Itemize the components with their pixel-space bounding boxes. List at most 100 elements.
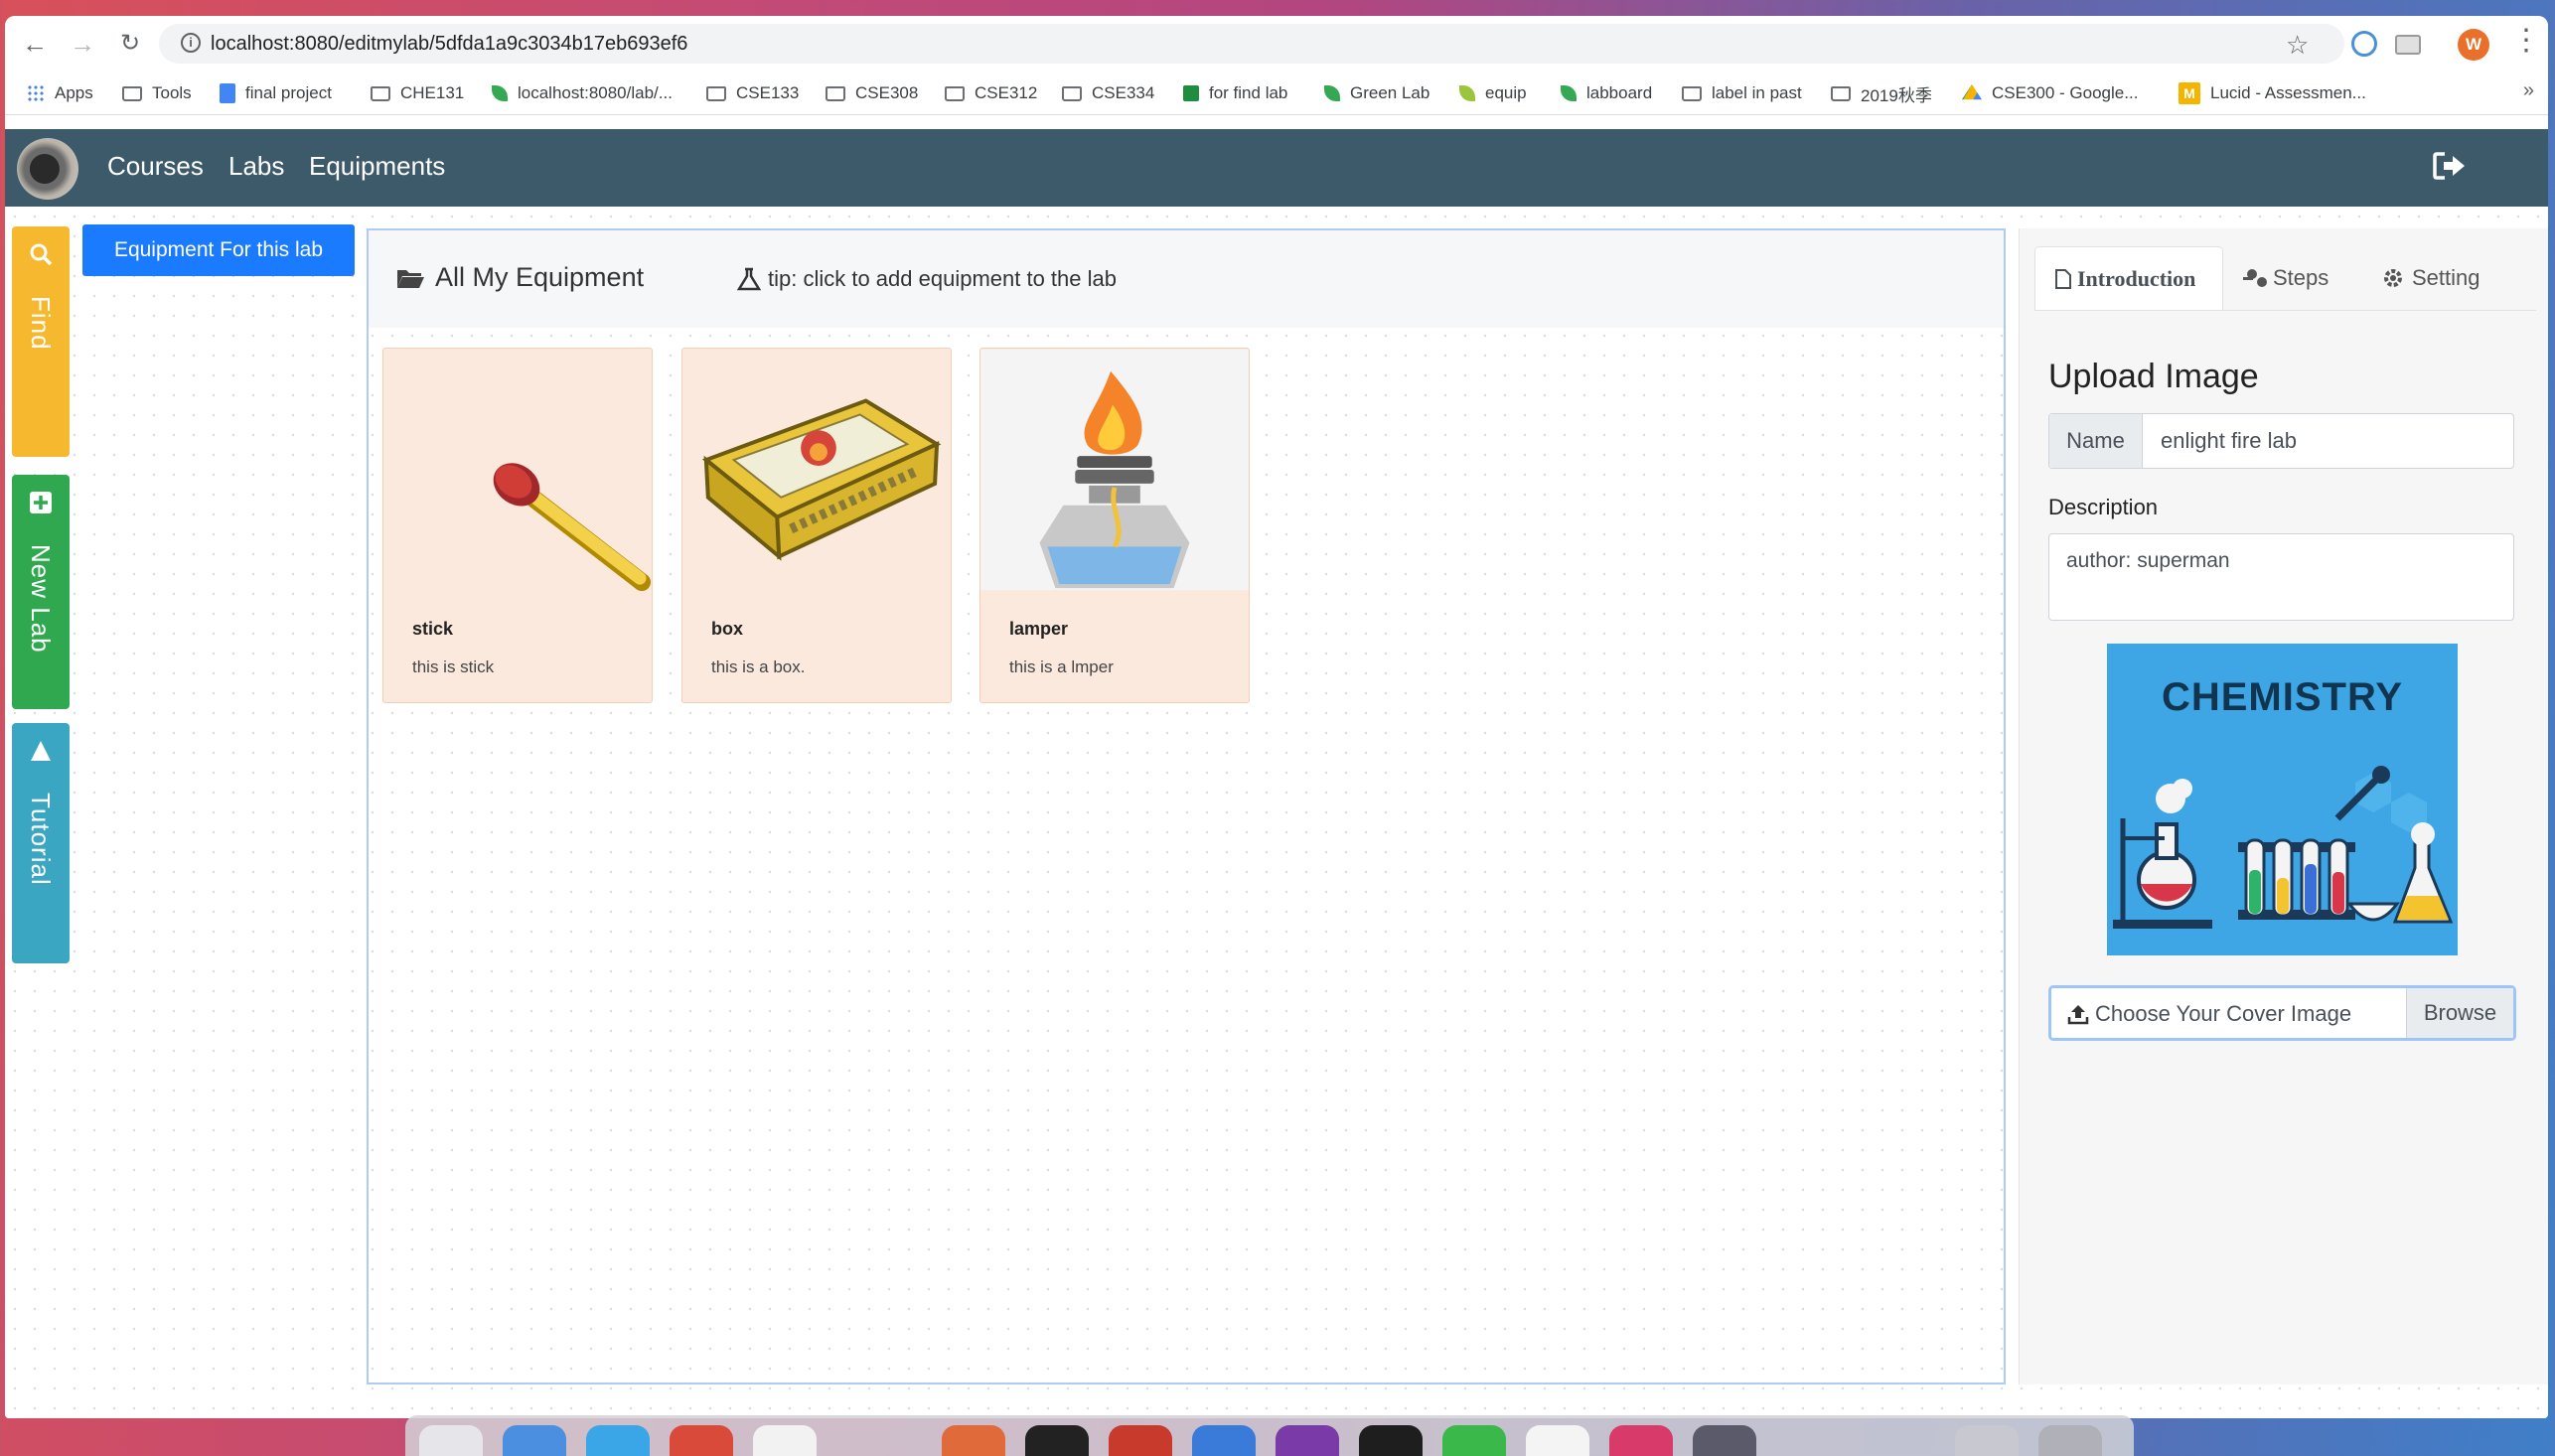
bookmark-cse312[interactable]: CSE312 [945,72,1037,115]
tab-introduction[interactable]: Introduction [2034,246,2223,310]
lucid-icon: M [2179,82,2200,104]
finder-icon[interactable] [419,1425,483,1456]
back-icon[interactable]: ← [21,30,49,58]
logout-icon[interactable] [2433,151,2467,181]
description-textarea[interactable]: author: superman [2048,533,2514,621]
chrome-icon[interactable] [1526,1425,1589,1456]
bookmark-apps[interactable]: Apps [27,72,93,115]
app-icon[interactable] [1693,1425,1756,1456]
bookmark-label-in-past[interactable]: label in past [1682,72,1802,115]
browser-menu-icon[interactable]: ⋮ [2511,26,2541,56]
trash-icon[interactable] [2038,1425,2102,1456]
tabs-divider [2034,310,2536,311]
description-label: Description [2048,495,2159,519]
bookmark-green-lab[interactable]: Green Lab [1324,72,1429,115]
bookmark-cse300[interactable]: CSE300 - Google... [1962,72,2138,115]
sidebar-tab-tutorial[interactable]: Tutorial [12,723,70,963]
app-icon[interactable] [1442,1425,1506,1456]
launchpad-icon[interactable] [503,1425,566,1456]
equipment-tip: tip: click to add equipment to the lab [736,266,1117,292]
settings-tabs: Introduction Steps Setting [2034,246,2536,310]
leaf-icon [1183,85,1199,101]
cover-image-preview: CHEMISTRY [2107,644,2458,955]
app-icon[interactable] [942,1425,1005,1456]
bookmark-labboard[interactable]: labboard [1561,72,1652,115]
drive-icon [1962,84,1982,100]
equipment-description: this is a box. [711,657,806,676]
user-avatar[interactable] [17,138,78,200]
equipment-panel: All My Equipment tip: click to add equip… [367,228,2006,1384]
bookmark-cse308[interactable]: CSE308 [826,72,918,115]
bookmark-star-icon[interactable]: ☆ [2286,32,2309,58]
equipment-card-stick[interactable]: stick this is stick [382,348,653,703]
calendar-icon[interactable] [670,1425,733,1456]
sidebar-tab-new-lab[interactable]: New Lab [12,475,70,709]
forward-icon[interactable]: → [69,30,96,58]
folder-icon [122,85,142,101]
app-icon[interactable] [1609,1425,1673,1456]
equipment-card-box[interactable]: box this is a box. [681,348,952,703]
mail-icon[interactable] [1192,1425,1256,1456]
page-content: Find New Lab Tutorial Equipment For this… [5,207,2548,1418]
bookmark-2019[interactable]: 2019秋季 [1831,72,1932,115]
file-icon [2055,268,2071,289]
url-text[interactable]: localhost:8080/editmylab/5dfda1a9c3034b1… [211,33,687,56]
app-icon[interactable] [1109,1425,1172,1456]
bookmark-cse334[interactable]: CSE334 [1062,72,1154,115]
bookmark-final-project[interactable]: final project [220,72,332,115]
steps-icon [2243,269,2267,287]
folder-icon [945,85,965,101]
search-icon [30,243,53,266]
cover-image-file-input[interactable]: Choose Your Cover Image Browse [2048,985,2516,1041]
nav-labs[interactable]: Labs [228,151,284,182]
safari-icon[interactable] [586,1425,650,1456]
cast-icon[interactable] [2395,35,2421,55]
bookmark-lucid[interactable]: M Lucid - Assessmen... [2179,72,2366,115]
app-navbar: Courses Labs Equipments [5,129,2548,207]
extension-icon[interactable] [2351,31,2377,57]
browser-toolbar: ← → ↻ i localhost:8080/editmylab/5dfda1a… [5,16,2548,72]
bookmark-equip[interactable]: equip [1459,72,1527,115]
folder-icon [1062,85,1082,101]
bookmarks-bar: Apps Tools final project CHE131 localhos… [5,72,2548,115]
equipment-description: this is stick [412,657,495,676]
equipment-name: stick [412,619,454,639]
description-text[interactable]: author: superman [2066,549,2230,573]
play-icon [31,741,51,761]
address-bar[interactable]: i localhost:8080/editmylab/5dfda1a9c3034… [159,24,2344,64]
bookmark-che131[interactable]: CHE131 [371,72,464,115]
equipment-name: box [711,619,744,639]
sidebar-tab-label: Find [26,296,56,351]
profile-avatar[interactable]: W [2458,29,2489,61]
bookmark-localhost[interactable]: localhost:8080/lab/... [492,72,673,115]
info-icon[interactable]: i [181,33,201,53]
name-field[interactable]: enlight fire lab [2161,428,2297,454]
flask-icon [736,267,762,291]
terminal-icon[interactable] [1025,1425,1089,1456]
lab-settings-panel: Introduction Steps Setting Upload Image … [2019,228,2548,1384]
app-icon[interactable] [1276,1425,1339,1456]
tab-steps[interactable]: Steps [2223,246,2362,310]
photos-icon[interactable] [753,1425,817,1456]
tab-setting[interactable]: Setting [2362,246,2521,310]
sidebar-tab-label: Tutorial [26,793,56,886]
equipment-card-lamper[interactable]: lamper this is a lmper [979,348,1250,703]
equipment-for-lab-button[interactable]: Equipment For this lab [82,224,355,276]
bookmarks-overflow-icon[interactable]: » [2523,79,2534,102]
documents-icon[interactable] [1955,1425,2019,1456]
file-input-label[interactable]: Choose Your Cover Image [2067,1001,2351,1027]
nav-equipments[interactable]: Equipments [309,151,445,182]
sidebar-tab-find[interactable]: Find [12,226,70,457]
match-stick-image [493,463,652,591]
bookmark-for-find-lab[interactable]: for find lab [1183,72,1287,115]
doc-icon [220,83,235,103]
app-icon[interactable] [1359,1425,1423,1456]
name-input-group: Name enlight fire lab [2048,413,2514,469]
bookmark-cse133[interactable]: CSE133 [706,72,799,115]
reload-icon[interactable]: ↻ [116,30,144,58]
equipment-description: this is a lmper [1009,657,1114,676]
nav-courses[interactable]: Courses [107,151,204,182]
browse-button[interactable]: Browse [2406,988,2513,1038]
leaf-icon [492,85,508,101]
bookmark-tools[interactable]: Tools [122,72,192,115]
